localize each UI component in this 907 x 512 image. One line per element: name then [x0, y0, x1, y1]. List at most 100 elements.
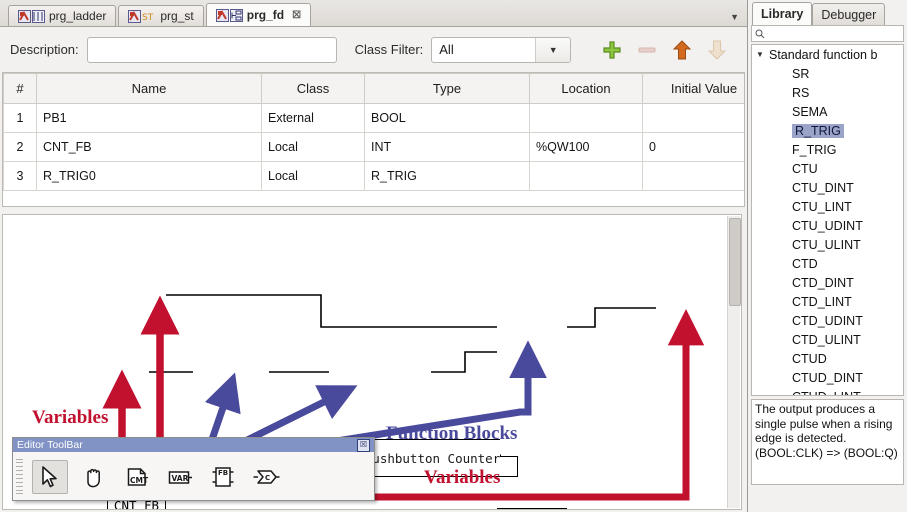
chevron-down-icon[interactable]: ▼ — [535, 37, 571, 62]
cell-class[interactable]: Local — [261, 132, 365, 162]
cell-location[interactable]: %QW100 — [529, 132, 643, 162]
library-item-ctd-lint[interactable]: CTD_LINT — [752, 292, 903, 311]
library-search-input[interactable] — [751, 25, 904, 42]
close-icon[interactable]: ☒ — [292, 10, 301, 21]
application-window: prg_ladder ST prg_st prg_fd ☒ ▼ Descript… — [0, 0, 907, 512]
search-icon — [755, 29, 765, 38]
library-item-f-trig[interactable]: F_TRIG — [752, 140, 903, 159]
item-label: CTUD_LINT — [792, 390, 861, 396]
move-up-button[interactable] — [671, 39, 693, 61]
drag-handle[interactable] — [16, 458, 23, 495]
canvas-vertical-scrollbar[interactable] — [727, 216, 741, 508]
editor-toolbar-window[interactable]: Editor ToolBar ☒ CMT VAR FB C — [12, 437, 375, 501]
tool-pan-button[interactable] — [77, 461, 111, 493]
tab-label: prg_fd — [246, 8, 285, 22]
item-label: CTUD_DINT — [792, 370, 863, 385]
cell-initial[interactable]: 0 — [642, 132, 744, 162]
item-label: RS — [792, 85, 810, 100]
tool-comment-button[interactable]: CMT — [120, 461, 154, 493]
table-row[interactable]: 3 R_TRIG0 Local R_TRIG — [3, 161, 744, 191]
annotation-label-variables-left: Variables — [32, 407, 109, 428]
cell-location[interactable] — [529, 161, 643, 191]
class-filter-select[interactable]: All ▼ — [431, 36, 572, 63]
svg-text:C: C — [265, 474, 270, 482]
function-block-add[interactable]: ADD IN1OUT IN2 — [497, 508, 567, 509]
library-item-ctd-udint[interactable]: CTD_UDINT — [752, 311, 903, 330]
add-variable-button[interactable] — [601, 39, 623, 61]
cell-class[interactable]: Local — [261, 161, 365, 191]
library-item-ctud-lint[interactable]: CTUD_LINT — [752, 387, 903, 396]
tool-function-block-button[interactable]: FB — [206, 461, 240, 493]
library-item-r-trig[interactable]: R_TRIG — [752, 121, 903, 140]
library-tab-strip: Library Debugger — [748, 0, 907, 25]
cell-name[interactable]: PB1 — [36, 103, 262, 133]
cell-num: 1 — [3, 103, 37, 133]
library-tree[interactable]: ▼ Standard function b SR RS SEMA R_TRIG … — [751, 44, 904, 396]
class-filter-label: Class Filter: — [354, 42, 424, 57]
col-num[interactable]: # — [3, 73, 37, 104]
library-item-ctd-dint[interactable]: CTD_DINT — [752, 273, 903, 292]
tab-prg-st[interactable]: ST prg_st — [118, 5, 204, 26]
tab-prg-ladder[interactable]: prg_ladder — [8, 5, 117, 26]
svg-text:VAR: VAR — [172, 474, 189, 483]
table-row[interactable]: 2 CNT_FB Local INT %QW100 0 — [3, 132, 744, 162]
variables-table: # Name Class Type Location Initial Value… — [2, 72, 745, 207]
library-item-sema[interactable]: SEMA — [752, 102, 903, 121]
cell-initial[interactable] — [642, 161, 744, 191]
library-item-ctud-dint[interactable]: CTUD_DINT — [752, 368, 903, 387]
col-class[interactable]: Class — [261, 73, 365, 104]
scrollbar-thumb[interactable] — [729, 218, 741, 306]
library-item-ctd[interactable]: CTD — [752, 254, 903, 273]
cell-location[interactable] — [529, 103, 643, 133]
tab-label: Debugger — [821, 7, 877, 22]
tool-connector-button[interactable]: C — [249, 461, 283, 493]
col-location[interactable]: Location — [529, 73, 643, 104]
item-label: CTU_LINT — [792, 199, 852, 214]
col-name[interactable]: Name — [36, 73, 262, 104]
chevron-down-icon[interactable]: ▼ — [756, 50, 769, 59]
function-block-diagram-icon — [215, 8, 243, 22]
library-item-ctu-lint[interactable]: CTU_LINT — [752, 197, 903, 216]
item-label: SEMA — [792, 104, 828, 119]
item-label: CTD_UDINT — [792, 313, 863, 328]
item-label: CTD_LINT — [792, 294, 852, 309]
tab-library[interactable]: Library — [752, 2, 813, 25]
col-type[interactable]: Type — [364, 73, 530, 104]
tree-root-label: Standard function b — [769, 47, 878, 62]
annotation-label-function-blocks: Function Blocks — [386, 423, 518, 444]
cell-initial[interactable] — [642, 103, 744, 133]
library-item-ctu-ulint[interactable]: CTU_ULINT — [752, 235, 903, 254]
cell-type[interactable]: BOOL — [364, 103, 530, 133]
tool-variable-button[interactable]: VAR — [163, 461, 197, 493]
library-item-sr[interactable]: SR — [752, 64, 903, 83]
cell-type[interactable]: R_TRIG — [364, 161, 530, 191]
chevron-down-icon[interactable]: ▼ — [730, 12, 739, 22]
svg-text:FB: FB — [218, 469, 228, 477]
library-item-ctd-ulint[interactable]: CTD_ULINT — [752, 330, 903, 349]
cell-type[interactable]: INT — [364, 132, 530, 162]
description-input[interactable] — [86, 36, 337, 63]
tool-select-button[interactable] — [32, 459, 68, 494]
editor-tab-strip: prg_ladder ST prg_st prg_fd ☒ ▼ — [0, 0, 747, 27]
cell-num: 2 — [3, 132, 37, 162]
close-icon[interactable]: ☒ — [357, 438, 370, 452]
library-item-ctud[interactable]: CTUD — [752, 349, 903, 368]
table-row[interactable]: 1 PB1 External BOOL — [3, 103, 744, 133]
structured-text-icon: ST — [128, 9, 156, 23]
tab-debugger[interactable]: Debugger — [812, 3, 886, 25]
library-item-rs[interactable]: RS — [752, 83, 903, 102]
cell-name[interactable]: R_TRIG0 — [36, 161, 262, 191]
tab-prg-fd[interactable]: prg_fd ☒ — [205, 3, 312, 26]
item-label: CTD — [792, 256, 818, 271]
item-label: CTU — [792, 161, 818, 176]
col-initial[interactable]: Initial Value — [642, 73, 744, 104]
move-down-button[interactable] — [706, 39, 728, 61]
tree-root-standard-function-blocks[interactable]: ▼ Standard function b — [752, 45, 903, 64]
library-item-ctu-dint[interactable]: CTU_DINT — [752, 178, 903, 197]
cell-name[interactable]: CNT_FB — [36, 132, 262, 162]
cell-class[interactable]: External — [261, 103, 365, 133]
library-item-ctu[interactable]: CTU — [752, 159, 903, 178]
editor-toolbar-titlebar[interactable]: Editor ToolBar ☒ — [13, 438, 374, 452]
library-item-ctu-udint[interactable]: CTU_UDINT — [752, 216, 903, 235]
remove-variable-button[interactable] — [636, 39, 658, 61]
